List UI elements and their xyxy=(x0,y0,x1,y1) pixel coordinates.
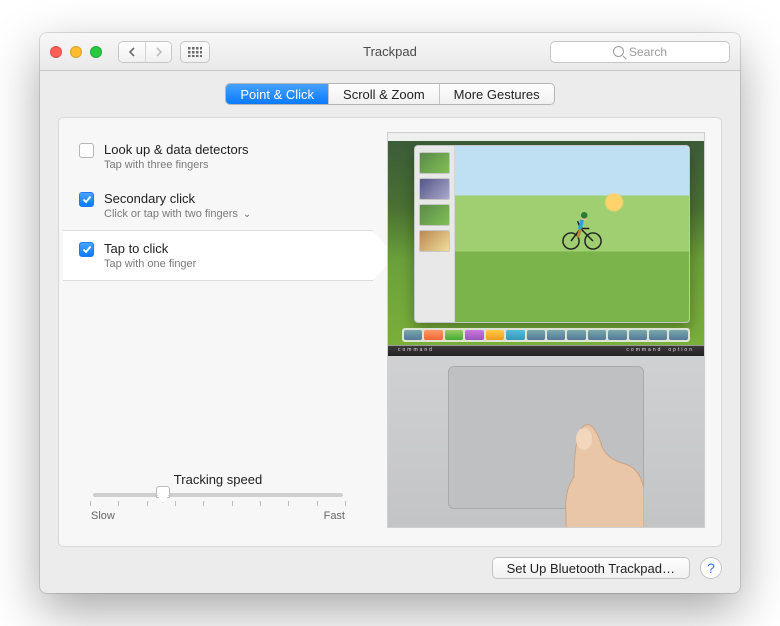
forward-button[interactable] xyxy=(145,42,171,62)
checkbox-secondary-click[interactable] xyxy=(79,192,94,207)
tracking-speed-slider[interactable] xyxy=(93,493,343,497)
content-panel: Look up & data detectors Tap with three … xyxy=(58,117,722,547)
titlebar: Trackpad Search xyxy=(40,33,740,71)
search-field[interactable]: Search xyxy=(550,41,730,63)
tab-scroll-zoom[interactable]: Scroll & Zoom xyxy=(328,84,439,104)
option-secondary-click[interactable]: Secondary click Click or tap with two fi… xyxy=(63,181,373,230)
options-list: Look up & data detectors Tap with three … xyxy=(63,132,373,281)
search-icon xyxy=(613,46,624,57)
minimize-button[interactable] xyxy=(70,46,82,58)
chevron-down-icon[interactable]: ⌄ xyxy=(243,209,251,220)
option-subtitle: Tap with one finger xyxy=(104,258,196,270)
slider-knob[interactable] xyxy=(156,486,170,502)
tracking-speed-label: Tracking speed xyxy=(89,472,347,487)
preview-app-window xyxy=(414,145,690,323)
checkbox-tap-to-click[interactable] xyxy=(79,242,94,257)
nav-group xyxy=(118,41,172,63)
option-subtitle: Tap with three fingers xyxy=(104,159,249,171)
zoom-button[interactable] xyxy=(90,46,102,58)
option-title: Secondary click xyxy=(104,191,251,206)
preview-body xyxy=(388,356,704,527)
footer: Set Up Bluetooth Trackpad… ? xyxy=(40,557,740,593)
fast-label: Fast xyxy=(324,510,345,522)
preview-dock xyxy=(402,328,690,342)
tab-more-gestures[interactable]: More Gestures xyxy=(439,84,554,104)
tab-point-click[interactable]: Point & Click xyxy=(226,84,328,104)
traffic-lights xyxy=(50,46,102,58)
finger-icon xyxy=(544,417,644,528)
slow-label: Slow xyxy=(91,510,115,522)
prefs-window: Trackpad Search Point & Click Scroll & Z… xyxy=(40,33,740,593)
gesture-preview: command command option xyxy=(387,132,705,528)
option-subtitle: Click or tap with two fingers xyxy=(104,208,238,220)
checkbox-look-up[interactable] xyxy=(79,143,94,158)
preview-keyboard: command command option xyxy=(388,346,704,356)
slider-ticks xyxy=(89,501,347,506)
setup-bluetooth-button[interactable]: Set Up Bluetooth Trackpad… xyxy=(492,557,690,579)
option-tap-to-click[interactable]: Tap to click Tap with one finger xyxy=(63,230,373,281)
search-placeholder: Search xyxy=(629,45,667,59)
preview-screen xyxy=(388,133,704,346)
close-button[interactable] xyxy=(50,46,62,58)
option-look-up[interactable]: Look up & data detectors Tap with three … xyxy=(63,132,373,181)
tab-row: Point & Click Scroll & Zoom More Gesture… xyxy=(40,71,740,105)
show-all-button[interactable] xyxy=(180,41,210,63)
option-title: Look up & data detectors xyxy=(104,142,249,157)
help-button[interactable]: ? xyxy=(700,557,722,579)
tracking-speed-group: Tracking speed Slow Fast xyxy=(63,472,373,528)
options-column: Look up & data detectors Tap with three … xyxy=(63,132,373,528)
option-title: Tap to click xyxy=(104,241,196,256)
segmented-control: Point & Click Scroll & Zoom More Gesture… xyxy=(225,83,554,105)
back-button[interactable] xyxy=(119,42,145,62)
